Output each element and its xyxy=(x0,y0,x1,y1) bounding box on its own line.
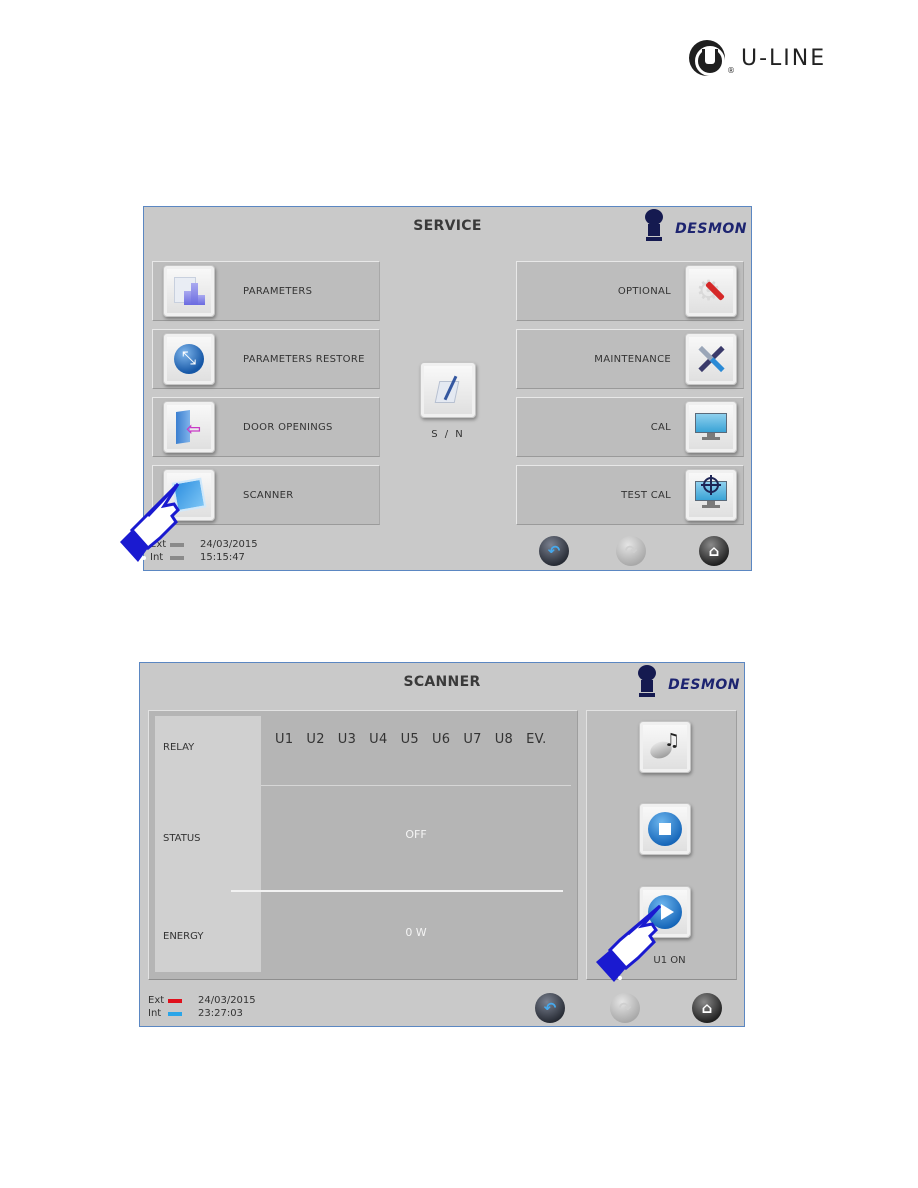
relay-item: U2 xyxy=(306,732,325,747)
int-swatch xyxy=(168,1011,182,1016)
ext-legend-row: Ext 24/03/2015 xyxy=(148,994,256,1007)
time-value: 23:27:03 xyxy=(198,1008,243,1019)
ext-swatch xyxy=(168,998,182,1003)
door-openings-button[interactable]: ⇦ DOOR OPENINGS xyxy=(152,397,380,457)
service-screen: SERVICE DESMON PARAMETERS PARAMETERS RES… xyxy=(143,206,752,571)
home-button[interactable]: ⌂ xyxy=(699,536,729,566)
parameters-restore-label: PARAMETERS RESTORE xyxy=(243,353,365,365)
test-cal-button[interactable]: TEST CAL xyxy=(516,465,744,525)
desmon-logo-text: DESMON xyxy=(675,221,747,237)
parameters-restore-button[interactable]: PARAMETERS RESTORE xyxy=(152,329,380,389)
maintenance-label: MAINTENANCE xyxy=(594,353,671,365)
relay-item: U5 xyxy=(400,732,419,747)
scanner-button[interactable]: SCANNER xyxy=(152,465,380,525)
desmon-mascot-icon xyxy=(643,207,665,243)
home-icon: ⌂ xyxy=(701,999,713,1017)
scanner-label: SCANNER xyxy=(243,489,294,501)
relay-item: U3 xyxy=(337,732,357,747)
maintenance-button[interactable]: MAINTENANCE xyxy=(516,329,744,389)
optional-button[interactable]: OPTIONAL ⚙ xyxy=(516,261,744,321)
scanner-readout-panel: RELAY STATUS ENERGY U1 U2 U3 U4 U5 U6 U7… xyxy=(148,710,578,980)
stop-button[interactable] xyxy=(639,803,691,855)
sound-button[interactable]: ♫ xyxy=(639,721,691,773)
forward-icon: ↷ xyxy=(624,542,638,560)
parameters-button[interactable]: PARAMETERS xyxy=(152,261,380,321)
test-cal-label: TEST CAL xyxy=(621,489,671,501)
ext-swatch xyxy=(170,542,184,547)
int-label: Int xyxy=(148,1008,162,1019)
scanner-control-panel: ♫ U1 ON xyxy=(586,710,737,980)
ext-label: Ext xyxy=(148,995,165,1006)
status-row-label: STATUS xyxy=(163,833,201,844)
door-openings-label: DOOR OPENINGS xyxy=(243,421,333,433)
date-value: 24/03/2015 xyxy=(200,539,258,550)
scanner-icon xyxy=(163,469,215,521)
home-button[interactable]: ⌂ xyxy=(692,993,722,1023)
desmon-logo: DESMON xyxy=(643,207,747,243)
energy-value: 0 W xyxy=(405,926,427,939)
tools-icon xyxy=(685,333,737,385)
home-icon: ⌂ xyxy=(708,542,720,560)
u-line-mark-icon xyxy=(689,40,725,76)
parameters-label: PARAMETERS xyxy=(243,285,313,297)
relay-item: U7 xyxy=(463,732,482,747)
status-value: OFF xyxy=(405,828,427,841)
serial-number-button[interactable] xyxy=(420,362,476,418)
date-value: 24/03/2015 xyxy=(198,995,256,1006)
active-relay-caption: U1 ON xyxy=(653,955,686,966)
restore-globe-icon xyxy=(163,333,215,385)
relay-list: U1 U2 U3 U4 U5 U6 U7 U8 EV. xyxy=(275,732,560,747)
forward-icon: ↷ xyxy=(618,999,632,1017)
serial-number-icon xyxy=(433,375,463,405)
back-button[interactable]: ↶ xyxy=(539,536,569,566)
play-button[interactable] xyxy=(639,886,691,938)
play-icon xyxy=(648,895,682,929)
back-icon: ↶ xyxy=(543,999,557,1017)
registered-mark: ® xyxy=(727,65,735,75)
forward-button[interactable]: ↷ xyxy=(616,536,646,566)
relay-item: U6 xyxy=(431,732,451,747)
chart-icon xyxy=(163,265,215,317)
scanner-screen: SCANNER DESMON RELAY STATUS ENERGY U1 U2… xyxy=(139,662,745,1027)
int-label: Int xyxy=(150,552,164,563)
int-legend-row: Int 23:27:03 xyxy=(148,1007,256,1020)
ext-label: Ext xyxy=(150,539,167,550)
datetime-legend: Ext 24/03/2015 Int 23:27:03 xyxy=(148,994,256,1020)
back-button[interactable]: ↶ xyxy=(535,993,565,1023)
datetime-legend: Ext 24/03/2015 Int 15:15:47 xyxy=(150,538,258,564)
int-swatch xyxy=(170,555,184,560)
divider xyxy=(261,785,571,786)
monitor-target-icon xyxy=(685,469,737,521)
relay-item: U1 xyxy=(275,732,294,747)
optional-label: OPTIONAL xyxy=(617,285,671,297)
relay-item: U4 xyxy=(369,732,388,747)
door-icon: ⇦ xyxy=(163,401,215,453)
desmon-logo-text: DESMON xyxy=(668,677,740,693)
desmon-mascot-icon xyxy=(636,663,658,699)
int-legend-row: Int 15:15:47 xyxy=(150,551,258,564)
desmon-logo: DESMON xyxy=(636,663,740,699)
u-line-logo: ® U-LINE xyxy=(689,40,826,76)
cal-button[interactable]: CAL xyxy=(516,397,744,457)
relay-row-label: RELAY xyxy=(163,742,195,753)
serial-number-label: S / N xyxy=(431,429,465,440)
relay-item: U8 xyxy=(494,732,514,747)
relay-item: EV. xyxy=(526,732,547,747)
ext-legend-row: Ext 24/03/2015 xyxy=(150,538,258,551)
back-icon: ↶ xyxy=(547,542,561,560)
brand-name: U-LINE xyxy=(741,45,827,71)
energy-row-label: ENERGY xyxy=(163,931,204,942)
gear-screwdriver-icon: ⚙ xyxy=(685,265,737,317)
time-value: 15:15:47 xyxy=(200,552,245,563)
cal-label: CAL xyxy=(650,421,671,433)
sound-icon: ♫ xyxy=(647,730,680,762)
divider xyxy=(231,890,563,892)
row-labels-column: RELAY STATUS ENERGY xyxy=(155,716,261,972)
stop-icon xyxy=(648,812,682,846)
forward-button[interactable]: ↷ xyxy=(610,993,640,1023)
monitor-icon xyxy=(685,401,737,453)
